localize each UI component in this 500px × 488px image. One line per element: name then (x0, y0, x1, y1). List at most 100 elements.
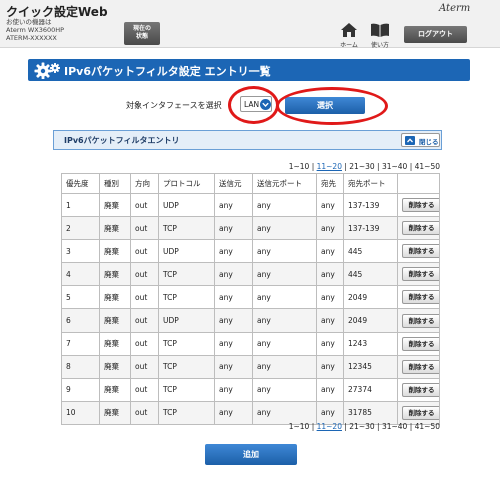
page-title: IPv6パケットフィルタ設定 エントリ一覧 (64, 65, 271, 78)
current-status-button[interactable]: 現在の 状態 (124, 22, 160, 45)
table-row: 9 廃棄 out TCP any any any 27374 削除する (61, 377, 440, 402)
pager-link[interactable]: 41~50 (415, 162, 440, 171)
cell-type: 廃棄 (99, 331, 131, 356)
delete-button[interactable]: 削除する (402, 267, 439, 282)
cell-actions: 削除する (397, 308, 440, 333)
cell-protocol: TCP (158, 331, 215, 356)
cell-type: 廃棄 (99, 262, 131, 287)
cell-protocol: TCP (158, 262, 215, 287)
cell-source: any (214, 192, 253, 218)
cell-source: any (214, 285, 253, 310)
cell-priority: 9 (61, 377, 100, 402)
cell-source: any (214, 354, 253, 379)
cell-destination-port: 445 (343, 239, 398, 264)
cell-actions: 削除する (397, 400, 440, 425)
pager-link-active[interactable]: 11~20 (317, 162, 342, 171)
cell-source: any (214, 239, 253, 264)
delete-button[interactable]: 削除する (402, 290, 439, 305)
table-row: 6 廃棄 out UDP any any any 2049 削除する (61, 308, 440, 333)
pager-link[interactable]: 1~10 (289, 162, 310, 171)
delete-button[interactable]: 削除する (402, 198, 439, 213)
cell-destination-port: 31785 (343, 400, 398, 425)
page-title-bar: IPv6パケットフィルタ設定 エントリ一覧 (28, 59, 470, 81)
add-button[interactable]: 追加 (205, 444, 297, 465)
cell-priority: 5 (61, 285, 100, 310)
cell-actions: 削除する (397, 285, 440, 310)
pager-link-active[interactable]: 11~20 (317, 422, 342, 431)
cell-destination: any (316, 354, 344, 379)
guide-link[interactable]: 使い方 (368, 23, 392, 49)
cell-source-port: any (252, 331, 317, 356)
filter-entries-table: 優先度 種別 方向 プロトコル 送信元 送信元ポート 宛先 宛先ポート 1 廃棄 o… (61, 173, 440, 425)
home-link[interactable]: ホーム (338, 23, 360, 49)
cell-priority: 8 (61, 354, 100, 379)
cell-direction: out (130, 192, 159, 218)
pager-link[interactable]: 31~40 (382, 422, 407, 431)
table-row: 4 廃棄 out TCP any any any 445 削除する (61, 262, 440, 287)
cell-type: 廃棄 (99, 216, 131, 241)
delete-button[interactable]: 削除する (402, 405, 439, 420)
cell-source: any (214, 377, 253, 402)
brand-logo: Aterm (439, 3, 471, 14)
cell-type: 廃棄 (99, 377, 131, 402)
delete-button[interactable]: 削除する (402, 313, 439, 328)
pager-link[interactable]: 21~30 (349, 162, 374, 171)
cell-protocol: TCP (158, 285, 215, 310)
cell-direction: out (130, 262, 159, 287)
device-caption: お使いの機器は (6, 18, 52, 26)
cell-protocol: TCP (158, 354, 215, 379)
cell-priority: 6 (61, 308, 100, 333)
cell-destination-port: 12345 (343, 354, 398, 379)
cell-priority: 4 (61, 262, 100, 287)
cell-destination: any (316, 192, 344, 218)
header: クイック設定Web お使いの機器は Aterm WX3600HP ATERM-X… (0, 0, 500, 49)
column-header-protocol: プロトコル (158, 173, 215, 194)
gear-icon (34, 62, 60, 79)
column-header-type: 種別 (99, 173, 131, 194)
table-row: 7 廃棄 out TCP any any any 1243 削除する (61, 331, 440, 356)
cell-protocol: TCP (158, 377, 215, 402)
cell-actions: 削除する (397, 331, 440, 356)
guide-label: 使い方 (370, 42, 389, 49)
cell-priority: 1 (61, 192, 100, 218)
cell-destination-port: 2049 (343, 285, 398, 310)
device-model: Aterm WX3600HP (6, 26, 65, 34)
column-header-direction: 方向 (130, 173, 159, 194)
cell-source: any (214, 216, 253, 241)
delete-button[interactable]: 削除する (402, 359, 439, 374)
cell-destination: any (316, 308, 344, 333)
cell-priority: 7 (61, 331, 100, 356)
cell-actions: 削除する (397, 262, 440, 287)
table-header-row: 優先度 種別 方向 プロトコル 送信元 送信元ポート 宛先 宛先ポート (61, 173, 440, 194)
table-row: 2 廃棄 out TCP any any any 137-139 削除する (61, 216, 440, 241)
pager-link[interactable]: 21~30 (349, 422, 374, 431)
cell-source-port: any (252, 377, 317, 402)
cell-type: 廃棄 (99, 308, 131, 333)
cell-source-port: any (252, 400, 317, 425)
cell-source: any (214, 400, 253, 425)
cell-direction: out (130, 239, 159, 264)
delete-button[interactable]: 削除する (402, 336, 439, 351)
cell-priority: 2 (61, 216, 100, 241)
delete-button[interactable]: 削除する (402, 382, 439, 397)
cell-source-port: any (252, 192, 317, 218)
pager-link[interactable]: 41~50 (415, 422, 440, 431)
cell-destination-port: 137-139 (343, 216, 398, 241)
cell-direction: out (130, 354, 159, 379)
cell-type: 廃棄 (99, 192, 131, 218)
collapse-button[interactable]: 閉じる (401, 133, 440, 147)
cell-direction: out (130, 308, 159, 333)
cell-destination: any (316, 400, 344, 425)
delete-button[interactable]: 削除する (402, 244, 439, 259)
status-button-line2: 状態 (135, 33, 148, 40)
pager-link[interactable]: 1~10 (289, 422, 310, 431)
highlight-ring-button (276, 87, 388, 125)
cell-protocol: UDP (158, 308, 215, 333)
pager-link[interactable]: 31~40 (382, 162, 407, 171)
column-header-priority: 優先度 (61, 173, 100, 194)
cell-type: 廃棄 (99, 354, 131, 379)
table-row: 8 廃棄 out TCP any any any 12345 削除する (61, 354, 440, 379)
logout-button[interactable]: ログアウト (404, 26, 467, 43)
book-icon (371, 23, 389, 37)
delete-button[interactable]: 削除する (402, 221, 439, 236)
